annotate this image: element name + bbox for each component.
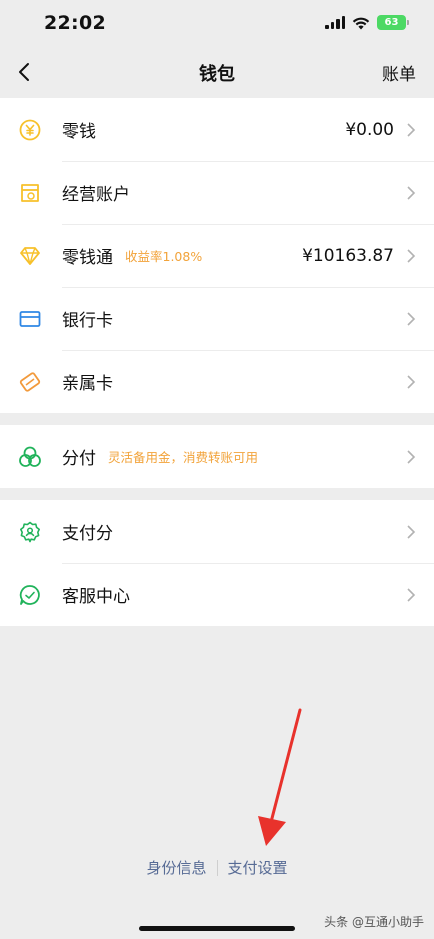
chevron-right-icon [407,248,416,263]
row-label: 零钱通 [62,248,113,268]
yield-rate-tag: 收益率1.08% [125,249,203,264]
row-label: 亲属卡 [62,374,113,394]
chevron-right-icon [407,311,416,326]
row-customer-service[interactable]: 客服中心 [0,563,434,626]
bank-card-icon [19,310,41,327]
chevron-right-icon [407,587,416,602]
pay-score-icon [20,521,40,542]
chevron-right-icon [407,374,416,389]
row-fenfu[interactable]: 分付 灵活备用金，消费转账可用 [0,425,434,488]
business-account-icon [21,183,39,202]
pay-settings-link[interactable]: 支付设置 [228,857,288,878]
diamond-icon [20,246,40,265]
lingqiantong-balance: ¥10163.87 [302,245,394,266]
wifi-icon [352,17,370,29]
change-balance: ¥0.00 [345,119,394,140]
signal-icon [325,16,345,29]
wallet-group-fenfu: 分付 灵活备用金，消费转账可用 [0,425,434,488]
watermark: 头条 @互通小助手 [324,915,424,929]
chevron-right-icon [407,449,416,464]
home-indicator[interactable] [139,926,295,931]
row-change[interactable]: 零钱 ¥0.00 [0,98,434,161]
row-label: 支付分 [62,524,113,544]
row-label: 经营账户 [62,185,130,205]
row-label: 分付 [62,449,96,469]
row-label: 客服中心 [62,587,130,607]
chevron-right-icon [407,122,416,137]
battery-icon: 63 [377,15,409,30]
row-pay-score[interactable]: 支付分 [0,500,434,563]
fenfu-icon [19,446,41,467]
row-label: 零钱 [62,122,96,142]
identity-info-link[interactable]: 身份信息 [146,857,206,878]
row-family-card[interactable]: 亲属卡 [0,350,434,413]
nav-bar: 钱包 账单 [0,48,434,98]
wallet-group-main: 零钱 ¥0.00 经营账户 零钱通 收益率1.08% ¥10163.87 银行卡 [0,98,434,413]
row-label: 银行卡 [62,311,113,331]
page-title: 钱包 [199,64,235,85]
fenfu-tag: 灵活备用金，消费转账可用 [108,450,259,465]
row-bank-card[interactable]: 银行卡 [0,287,434,350]
coin-icon [19,119,41,140]
footer-links: 身份信息 支付设置 [0,857,434,878]
status-bar: 22:02 63 [0,0,434,48]
footer-divider [216,859,218,876]
wallet-group-services: 支付分 客服中心 [0,500,434,626]
row-business-account[interactable]: 经营账户 [0,161,434,224]
status-time: 22:02 [44,12,106,34]
chevron-right-icon [407,524,416,539]
row-lingqiantong[interactable]: 零钱通 收益率1.08% ¥10163.87 [0,224,434,287]
customer-service-icon [19,584,40,605]
chevron-right-icon [407,185,416,200]
annotation-arrow-icon [258,708,302,846]
family-card-icon [19,371,41,392]
bill-button[interactable]: 账单 [382,60,416,85]
status-icons: 63 [325,15,409,30]
